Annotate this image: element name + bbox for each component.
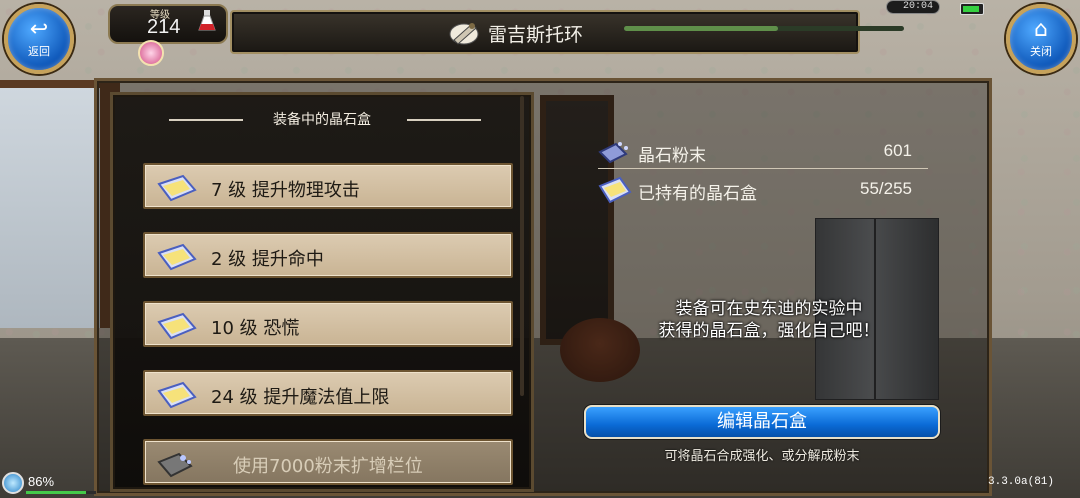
page-title: 雷吉斯托环 (488, 24, 584, 46)
status-percent: 86% (28, 474, 55, 489)
network-status-icon (2, 472, 24, 494)
potion-icon[interactable] (198, 10, 216, 32)
owned-crystal-box-row: 已持有的晶石盒 55/255 (598, 174, 928, 208)
experience-bar (624, 26, 904, 31)
battery-icon (960, 3, 984, 15)
crystal-box-icon (157, 243, 197, 271)
description-line-2: 获得的晶石盒，强化自己吧！ (658, 321, 880, 341)
expand-slot-text: 使用7000粉末扩增栏位 (233, 456, 423, 477)
back-button[interactable]: ↩ 返回 (4, 4, 74, 74)
crystal-slot-text: 10 级 恐慌 (211, 318, 300, 339)
crystal-equipment-icon (449, 23, 479, 45)
back-arrow-icon: ↩ (29, 17, 49, 42)
owned-crystal-box-value: 55/255 (860, 179, 912, 198)
crystal-slot-text: 7 级 提升物理攻击 (211, 180, 360, 201)
description-text: 装备可在史东迪的实验中 获得的晶石盒，强化自己吧！ (604, 298, 934, 342)
home-icon: ⌂ (1034, 17, 1048, 42)
expand-slot-button[interactable]: 使用7000粉末扩增栏位 (143, 439, 513, 485)
crystal-powder-row: 晶石粉末 601 (598, 136, 928, 170)
crystal-slot-2[interactable]: 2 级 提升命中 (143, 232, 513, 278)
edit-crystal-box-button[interactable]: 编辑晶石盒 (584, 405, 940, 439)
edit-hint-text: 可将晶石合成强化、或分解成粉末 (664, 449, 860, 464)
close-button-label: 关闭 (1030, 45, 1052, 58)
close-button[interactable]: ⌂ 关闭 (1006, 4, 1076, 74)
slot-list-scrollbar[interactable] (520, 96, 524, 396)
status-bar (26, 491, 96, 494)
crystal-powder-icon (598, 142, 628, 164)
crystal-box-icon (598, 176, 632, 204)
level-value: 214 (147, 16, 181, 38)
experience-bar-fill (624, 26, 778, 31)
crystal-slot-text: 24 级 提升魔法值上限 (211, 387, 390, 408)
owned-crystal-box-label: 已持有的晶石盒 (638, 184, 757, 204)
crystal-powder-value: 601 (883, 141, 912, 160)
crystal-slot-text: 2 级 提升命中 (211, 249, 324, 270)
time-display: 20:04 (886, 0, 940, 14)
crystal-powder-icon (157, 452, 193, 478)
crystal-slot-3[interactable]: 10 级 恐慌 (143, 301, 513, 347)
crystal-slot-1[interactable]: 7 级 提升物理攻击 (143, 163, 513, 209)
crystal-box-icon (157, 174, 197, 202)
crystal-box-icon (157, 312, 197, 340)
back-button-label: 返回 (28, 45, 50, 58)
status-bar-fill (26, 491, 87, 494)
equipped-crystal-panel: 装备中的晶石盒 7 级 提升物理攻击 2 级 提升命中 10 级 恐慌 24 级… (110, 92, 534, 492)
crystal-slot-4[interactable]: 24 级 提升魔法值上限 (143, 370, 513, 416)
info-divider (598, 168, 928, 169)
description-line-1: 装备可在史东迪的实验中 (675, 299, 863, 319)
crystal-powder-label: 晶石粉末 (638, 146, 706, 166)
gift-icon[interactable] (138, 40, 164, 66)
crystal-box-icon (157, 381, 197, 409)
version-label: 3.3.0a(81) (988, 476, 1055, 488)
header-divider-right (407, 119, 481, 121)
